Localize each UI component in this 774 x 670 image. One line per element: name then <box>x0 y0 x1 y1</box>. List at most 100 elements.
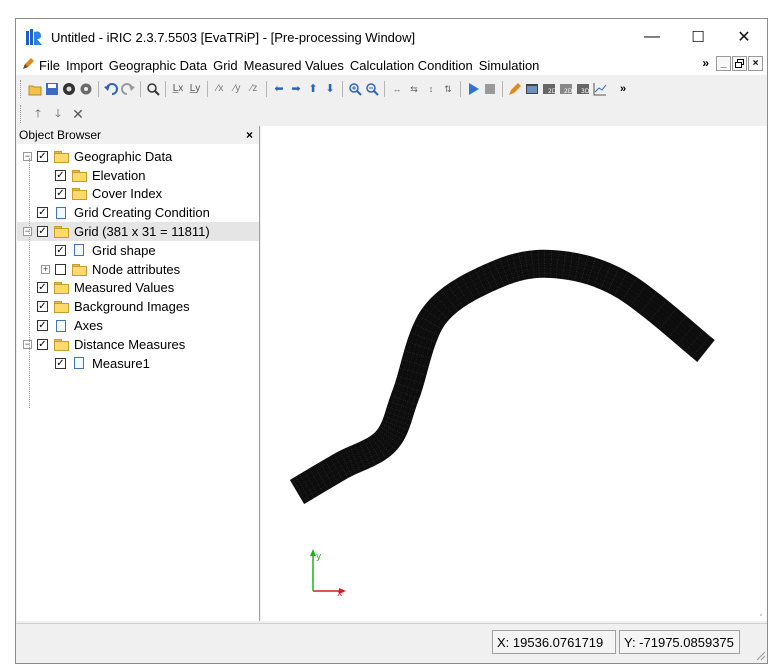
status-y-coordinate: Y: -71975.0859375 <box>619 630 740 654</box>
stop-icon[interactable] <box>482 81 498 97</box>
title-bar[interactable]: Untitled - iRIC 2.3.7.5503 [EvaTRiP] - [… <box>16 19 767 55</box>
tree-item-elevation[interactable]: ✓ Elevation <box>17 166 259 185</box>
zoom-fit-icon[interactable] <box>145 81 161 97</box>
visibility-checkbox[interactable]: ✓ <box>55 169 66 181</box>
visibility-checkbox[interactable]: ✓ <box>55 188 66 200</box>
menu-file[interactable]: File <box>36 58 63 73</box>
scale-z-icon[interactable]: ⁄z <box>246 81 262 97</box>
tree-item-background-images[interactable]: ✓ Background Images <box>17 297 259 316</box>
2d-view-icon[interactable]: 2D <box>541 81 557 97</box>
expand-icon[interactable]: + <box>41 264 50 274</box>
tree-item-node-attributes[interactable]: + Node attributes <box>17 260 259 279</box>
snapshot-icon[interactable] <box>61 81 77 97</box>
folder-icon <box>72 169 87 182</box>
tree-item-measure1[interactable]: ✓ Measure1 <box>17 354 259 373</box>
size-grip-icon <box>760 614 762 616</box>
menu-simulation[interactable]: Simulation <box>476 58 543 73</box>
shrink-horizontal-icon[interactable]: ⇆ <box>406 81 422 97</box>
redo-icon[interactable] <box>120 81 136 97</box>
visibility-checkbox[interactable]: ✓ <box>55 357 66 369</box>
arrow-up-icon[interactable]: ⬆ <box>305 81 321 97</box>
main-window: Untitled - iRIC 2.3.7.5503 [EvaTRiP] - [… <box>15 18 768 664</box>
undo-icon[interactable] <box>103 81 119 97</box>
3d-view-icon[interactable]: 3D <box>575 81 591 97</box>
visibility-checkbox[interactable]: ✓ <box>37 320 48 332</box>
maximize-button[interactable]: ☐ <box>675 19 721 55</box>
delete-icon[interactable]: ✕ <box>70 106 86 122</box>
visibility-checkbox[interactable]: ✓ <box>55 244 66 256</box>
2d-bird-view-icon[interactable]: 2D <box>558 81 574 97</box>
axis-y-icon[interactable]: L̲y <box>187 81 203 97</box>
document-icon <box>56 319 66 332</box>
graph-window-icon[interactable] <box>524 81 540 97</box>
resize-grip-icon[interactable] <box>754 649 766 661</box>
tree-item-label: Measure1 <box>92 355 150 371</box>
svg-text:2D: 2D <box>564 88 573 95</box>
mdi-minimize-button[interactable]: _ <box>716 56 731 71</box>
visibility-checkbox[interactable]: ✓ <box>37 282 48 294</box>
menu-import[interactable]: Import <box>63 58 106 73</box>
toolbar-grip[interactable] <box>20 80 23 98</box>
settings-icon[interactable] <box>78 81 94 97</box>
folder-icon <box>54 338 69 351</box>
object-browser: Object Browser × − ✓ Geographic Data ✓ Eleva… <box>17 126 260 621</box>
folder-icon <box>54 150 69 163</box>
arrow-down-icon[interactable]: ⬇ <box>322 81 338 97</box>
graphics-view[interactable]: y x <box>261 126 767 621</box>
folder-icon <box>72 188 87 201</box>
status-bar: X: 19536.0761719 Y: -71975.0859375 <box>16 623 767 663</box>
visibility-checkbox[interactable]: ✓ <box>37 338 48 350</box>
menu-measured-values[interactable]: Measured Values <box>241 58 347 73</box>
arrow-left-icon[interactable]: ⬅ <box>271 81 287 97</box>
tree-item-label: Grid shape <box>92 242 156 258</box>
collapse-icon[interactable]: − <box>23 227 32 237</box>
arrow-right-icon[interactable]: ➡ <box>288 81 304 97</box>
zoom-out-icon[interactable] <box>364 81 380 97</box>
document-icon <box>74 357 84 370</box>
menu-geographic-data[interactable]: Geographic Data <box>106 58 210 73</box>
visibility-checkbox[interactable]: ✓ <box>37 150 48 162</box>
tree-item-grid-381-x-31-11811[interactable]: − ✓ Grid (381 x 31 = 11811) <box>17 222 259 241</box>
folder-icon <box>54 301 69 314</box>
tree-item-distance-measures[interactable]: − ✓ Distance Measures <box>17 335 259 354</box>
toolbar2-grip[interactable] <box>20 105 23 123</box>
tree-item-axes[interactable]: ✓ Axes <box>17 316 259 335</box>
expand-vertical-icon[interactable]: ↕ <box>423 81 439 97</box>
visibility-checkbox[interactable]: ✓ <box>37 226 48 238</box>
expand-horizontal-icon[interactable]: ↔ <box>389 81 405 97</box>
tree-item-label: Distance Measures <box>74 336 186 352</box>
mdi-close-button[interactable]: × <box>748 56 763 71</box>
tree-item-cover-index[interactable]: ✓ Cover Index <box>17 185 259 204</box>
object-browser-close-button[interactable]: × <box>246 128 253 142</box>
pencil-icon[interactable] <box>507 81 523 97</box>
collapse-icon[interactable]: − <box>23 151 32 161</box>
scale-y-icon[interactable]: ⁄y <box>229 81 245 97</box>
object-toolbar: 🡑 🡓 ✕ <box>16 103 767 125</box>
run-icon[interactable] <box>465 81 481 97</box>
menu-overflow-button[interactable]: » <box>702 56 709 71</box>
menu-grid[interactable]: Grid <box>210 58 241 73</box>
mdi-restore-button[interactable] <box>732 56 747 71</box>
tree-item-label: Measured Values <box>74 280 175 296</box>
visibility-checkbox[interactable]: ✓ <box>37 207 48 219</box>
close-button[interactable]: ✕ <box>721 19 767 55</box>
tree-item-measured-values[interactable]: ✓ Measured Values <box>17 279 259 298</box>
toolbar-overflow-button[interactable]: » <box>615 81 631 97</box>
scale-x-icon[interactable]: ⁄x <box>212 81 228 97</box>
zoom-in-icon[interactable] <box>347 81 363 97</box>
chart-icon[interactable] <box>592 81 608 97</box>
minimize-button[interactable]: — <box>629 19 675 55</box>
move-up-icon[interactable]: 🡑 <box>30 106 46 122</box>
open-folder-icon[interactable] <box>27 81 43 97</box>
move-down-icon[interactable]: 🡓 <box>50 106 66 122</box>
collapse-icon[interactable]: − <box>23 339 32 349</box>
tree-item-grid-creating-condition[interactable]: ✓ Grid Creating Condition <box>17 203 259 222</box>
shrink-vertical-icon[interactable]: ⇅ <box>440 81 456 97</box>
save-icon[interactable] <box>44 81 60 97</box>
menu-calculation-condition[interactable]: Calculation Condition <box>347 58 476 73</box>
tree-item-grid-shape[interactable]: ✓ Grid shape <box>17 241 259 260</box>
visibility-checkbox[interactable]: ✓ <box>37 301 48 313</box>
visibility-checkbox[interactable] <box>55 263 66 275</box>
tree-item-geographic-data[interactable]: − ✓ Geographic Data <box>17 147 259 166</box>
axis-x-icon[interactable]: L̲x <box>170 81 186 97</box>
